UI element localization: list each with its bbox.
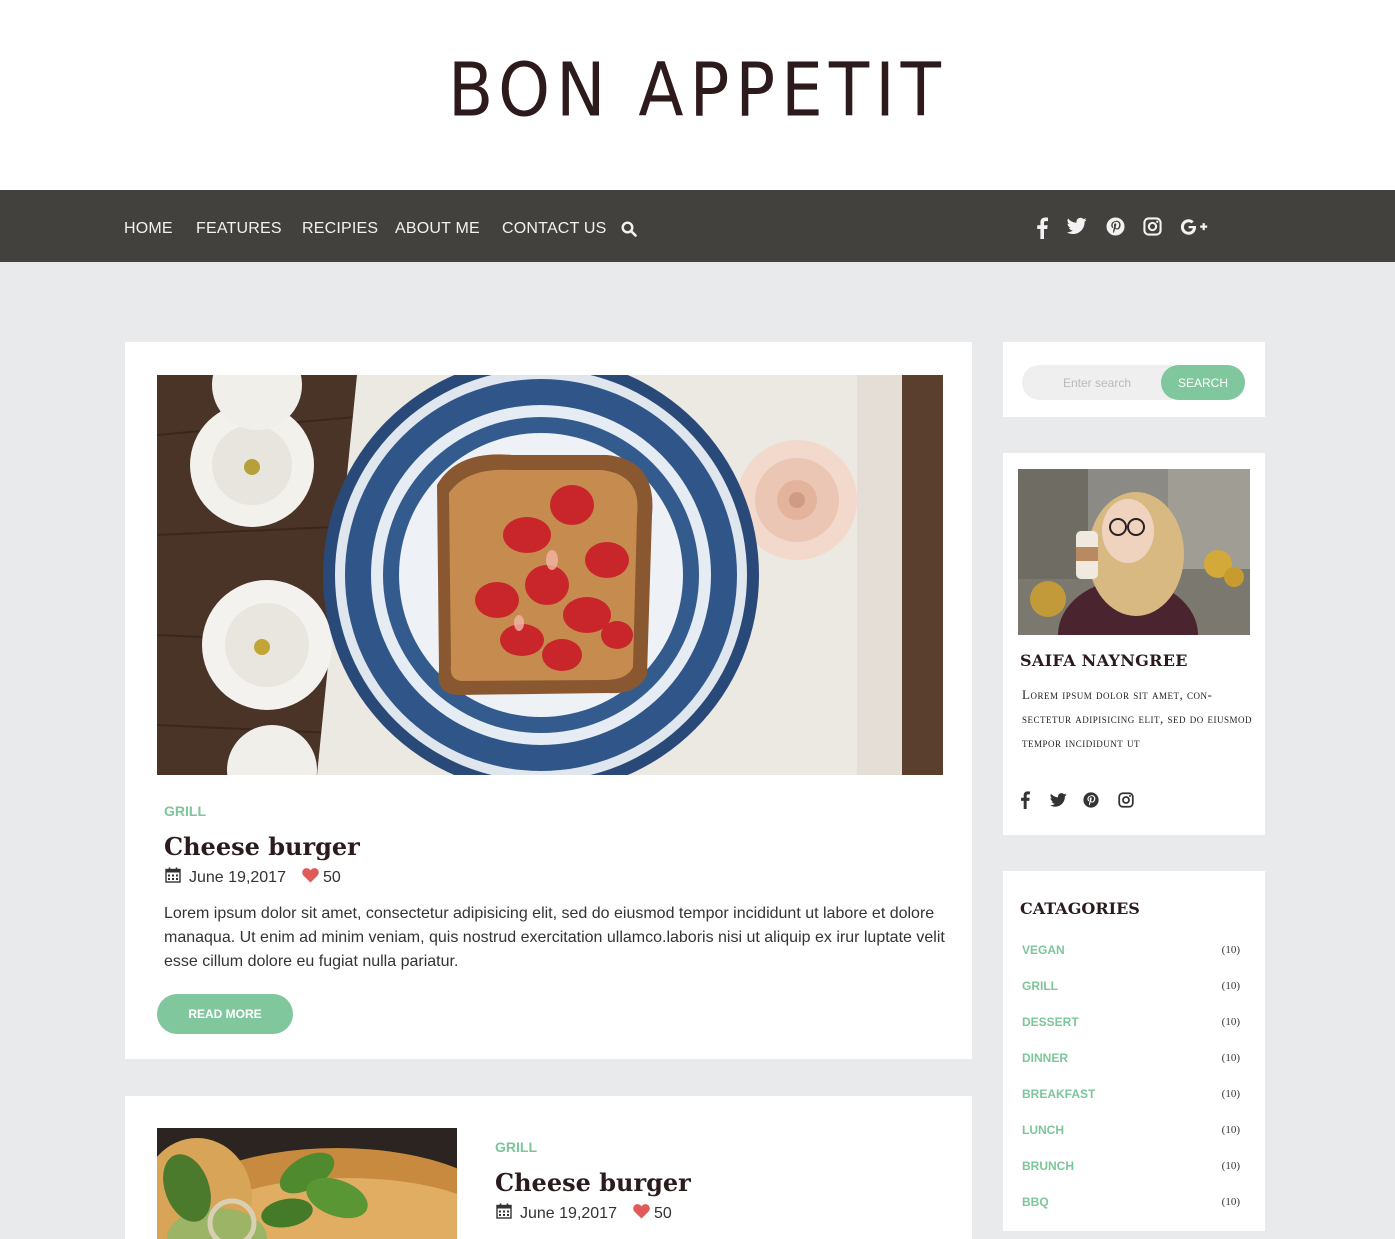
post-likes: 50 <box>653 1204 672 1222</box>
twitter-icon[interactable] <box>1049 793 1067 812</box>
google-plus-icon[interactable] <box>1180 217 1208 241</box>
author-bio: Lorem ipsum dolor sit amet, con-sectetur… <box>1022 687 1252 750</box>
pinterest-icon[interactable] <box>1083 792 1099 813</box>
category-name[interactable]: GRILL <box>1022 979 1058 993</box>
category-name[interactable]: DESSERT <box>1022 1015 1079 1029</box>
post-image-sandwich[interactable] <box>157 1128 457 1239</box>
author-name: SAIFA NAYNGREE <box>1020 651 1188 670</box>
post-category[interactable]: GRILL <box>495 1139 537 1155</box>
category-name[interactable]: VEGAN <box>1022 943 1065 957</box>
post-title[interactable]: Cheese burger <box>164 832 360 861</box>
post-date: June 19,2017 <box>520 1204 617 1222</box>
site-logo[interactable]: BON APPETIT <box>0 47 1395 133</box>
search-input[interactable] <box>1022 365 1172 400</box>
category-item[interactable]: GRILL (10) <box>1022 979 1240 993</box>
category-count: (10) <box>1221 1088 1240 1100</box>
facebook-icon[interactable] <box>1020 791 1030 814</box>
category-item[interactable]: DINNER (10) <box>1022 1051 1240 1065</box>
post-likes: 50 <box>322 868 341 886</box>
category-count: (10) <box>1221 980 1240 992</box>
sidebar-categories-widget: CATAGORIES VEGAN (10) GRILL (10) DESSERT… <box>1003 871 1265 1231</box>
category-name[interactable]: DINNER <box>1022 1051 1068 1065</box>
sidebar-about-widget: SAIFA NAYNGREE Lorem ipsum dolor sit ame… <box>1003 453 1265 835</box>
category-item[interactable]: LUNCH (10) <box>1022 1123 1240 1137</box>
search-button[interactable]: SEARCH <box>1161 365 1245 400</box>
post-meta: June 19,2017 50 <box>496 1203 672 1224</box>
instagram-icon[interactable] <box>1118 792 1134 813</box>
category-count: (10) <box>1221 944 1240 956</box>
post-category[interactable]: GRILL <box>164 803 206 819</box>
search-icon[interactable] <box>621 221 639 239</box>
site-header: BON APPETIT <box>0 0 1395 190</box>
twitter-icon[interactable] <box>1067 217 1087 241</box>
sidebar-search-widget: SEARCH <box>1003 342 1265 417</box>
nav-item-features[interactable]: FEATURES <box>196 220 282 238</box>
category-item[interactable]: DESSERT (10) <box>1022 1015 1240 1029</box>
category-count: (10) <box>1221 1160 1240 1172</box>
post-card: GRILL Cheese burger June 19,2017 50 <box>125 1096 972 1239</box>
calendar-icon <box>165 867 181 888</box>
category-item[interactable]: BREAKFAST (10) <box>1022 1087 1240 1101</box>
category-name[interactable]: BBQ <box>1022 1195 1049 1209</box>
post-image-toast[interactable] <box>157 375 943 775</box>
author-photo <box>1018 469 1250 635</box>
nav-item-home[interactable]: HOME <box>124 220 173 238</box>
instagram-icon[interactable] <box>1143 217 1162 241</box>
post-date: June 19,2017 <box>189 868 286 886</box>
category-name[interactable]: BREAKFAST <box>1022 1087 1095 1101</box>
nav-item-about-me[interactable]: ABOUT ME <box>395 220 480 238</box>
post-card: GRILL Cheese burger June 19,2017 50 Lore… <box>125 342 972 1059</box>
calendar-icon <box>496 1203 512 1224</box>
read-more-button[interactable]: READ MORE <box>157 994 293 1034</box>
post-title[interactable]: Cheese burger <box>495 1168 691 1197</box>
heart-icon[interactable] <box>633 1203 650 1224</box>
category-count: (10) <box>1221 1016 1240 1028</box>
post-meta: June 19,2017 50 <box>165 867 341 888</box>
category-count: (10) <box>1221 1052 1240 1064</box>
nav-item-contact-us[interactable]: CONTACT US <box>502 220 607 238</box>
category-item[interactable]: BRUNCH (10) <box>1022 1159 1240 1173</box>
category-name[interactable]: BRUNCH <box>1022 1159 1074 1173</box>
category-item[interactable]: BBQ (10) <box>1022 1195 1240 1209</box>
heart-icon[interactable] <box>302 867 319 888</box>
category-item[interactable]: VEGAN (10) <box>1022 943 1240 957</box>
category-count: (10) <box>1221 1196 1240 1208</box>
nav-item-recipies[interactable]: RECIPIES <box>302 220 378 238</box>
category-name[interactable]: LUNCH <box>1022 1123 1064 1137</box>
facebook-icon[interactable] <box>1036 217 1048 241</box>
post-excerpt: Lorem ipsum dolor sit amet, consectetur … <box>164 905 945 970</box>
pinterest-icon[interactable] <box>1106 217 1125 241</box>
categories-title: CATAGORIES <box>1020 899 1140 918</box>
category-count: (10) <box>1221 1124 1240 1136</box>
